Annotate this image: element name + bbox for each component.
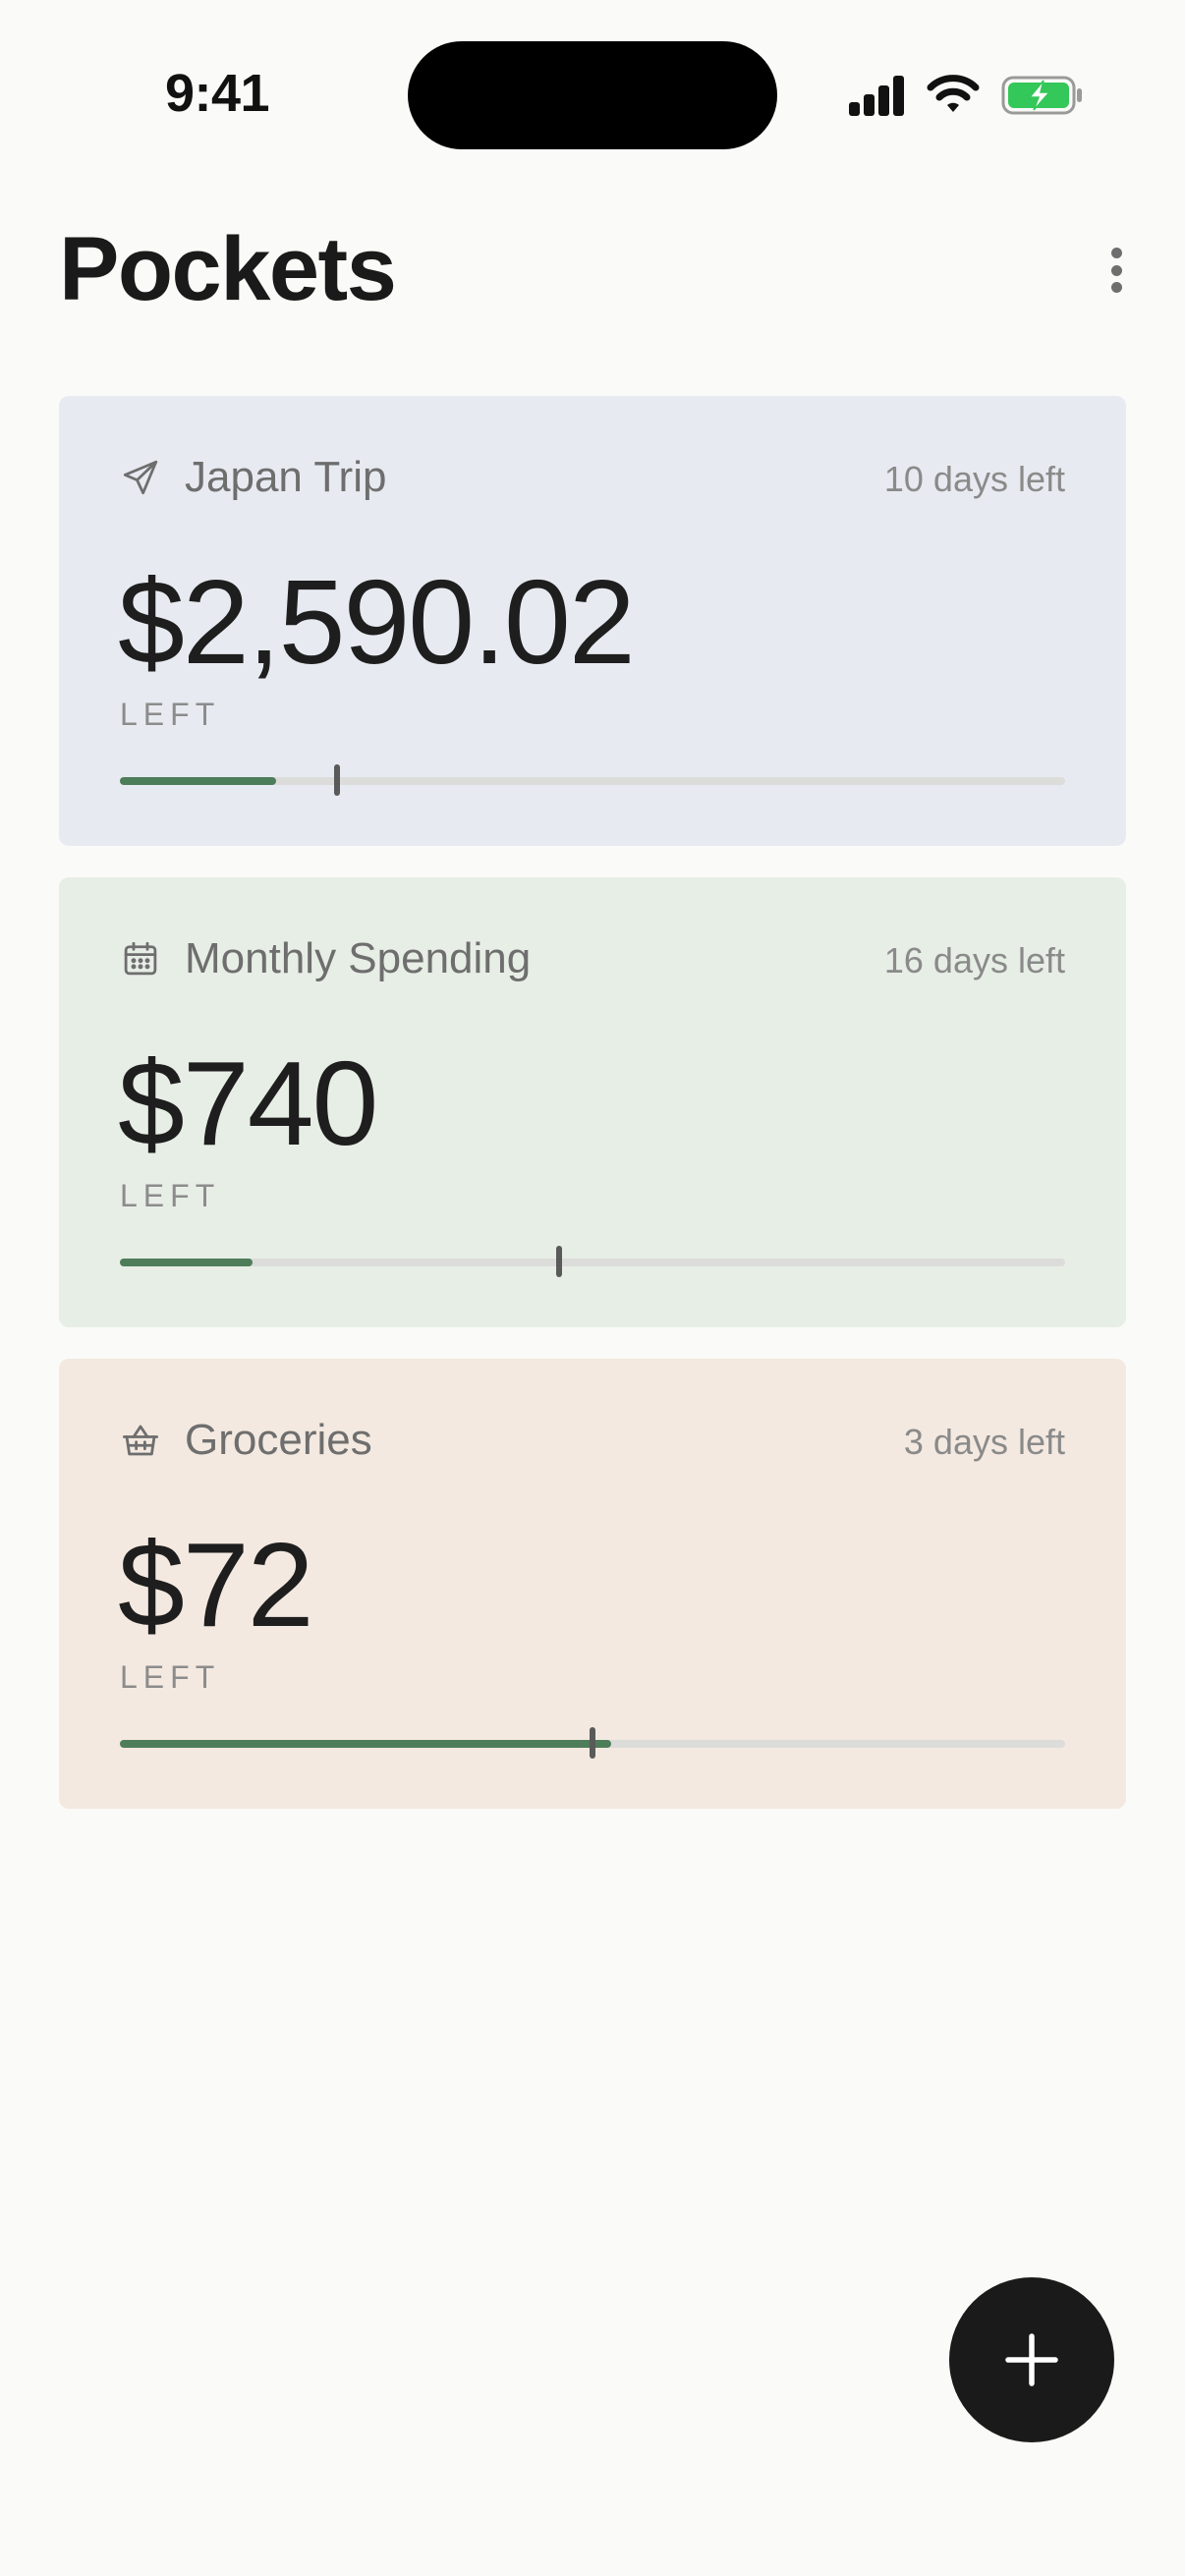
more-vertical-icon bbox=[1110, 248, 1122, 258]
progress-track bbox=[120, 764, 1065, 796]
progress-track bbox=[120, 1727, 1065, 1759]
pocket-amount: $2,590.02 bbox=[118, 555, 636, 689]
time-marker bbox=[590, 1727, 595, 1759]
wifi-icon bbox=[927, 75, 980, 112]
progress-fill bbox=[120, 1259, 253, 1266]
pocket-card-groceries[interactable]: Groceries 3 days left $72 LEFT bbox=[59, 1359, 1126, 1809]
days-left: 16 days left bbox=[883, 940, 1065, 980]
pocket-card-monthly-spending[interactable]: Monthly Spending 16 days left $740 LEFT bbox=[59, 877, 1126, 1327]
progress-fill bbox=[120, 1740, 612, 1748]
pocket-name: Monthly Spending bbox=[185, 934, 532, 982]
time-marker bbox=[334, 764, 341, 796]
dynamic-island bbox=[408, 41, 777, 149]
pocket-amount: $72 bbox=[118, 1518, 314, 1652]
days-left: 10 days left bbox=[883, 459, 1065, 499]
basket-icon bbox=[122, 1425, 159, 1456]
pockets-screen: 9:41 Pockets Japan Trip 10 days left $2,… bbox=[0, 0, 1185, 2576]
battery-charging-icon bbox=[1001, 76, 1082, 115]
add-pocket-button[interactable] bbox=[949, 2277, 1114, 2442]
status-time: 9:41 bbox=[165, 64, 270, 123]
progress-fill bbox=[120, 777, 276, 785]
more-vertical-icon-dot bbox=[1110, 282, 1122, 293]
pocket-amount: $740 bbox=[118, 1036, 378, 1170]
pocket-name: Japan Trip bbox=[185, 453, 387, 501]
progress-track bbox=[120, 1246, 1065, 1277]
cellular-signal-icon bbox=[849, 76, 904, 116]
plus-icon bbox=[1005, 2333, 1058, 2386]
more-options-button[interactable] bbox=[1091, 236, 1142, 305]
more-vertical-icon-dot bbox=[1110, 264, 1122, 276]
days-left: 3 days left bbox=[903, 1422, 1065, 1462]
calendar-icon bbox=[124, 941, 157, 976]
time-marker bbox=[556, 1246, 563, 1277]
left-label: LEFT bbox=[120, 1659, 221, 1695]
left-label: LEFT bbox=[120, 1178, 221, 1213]
pocket-card-japan-trip[interactable]: Japan Trip 10 days left $2,590.02 LEFT bbox=[59, 396, 1126, 846]
left-label: LEFT bbox=[120, 697, 221, 732]
pocket-name: Groceries bbox=[185, 1416, 372, 1464]
airplane-icon bbox=[123, 460, 158, 495]
page-title: Pockets bbox=[59, 219, 397, 319]
